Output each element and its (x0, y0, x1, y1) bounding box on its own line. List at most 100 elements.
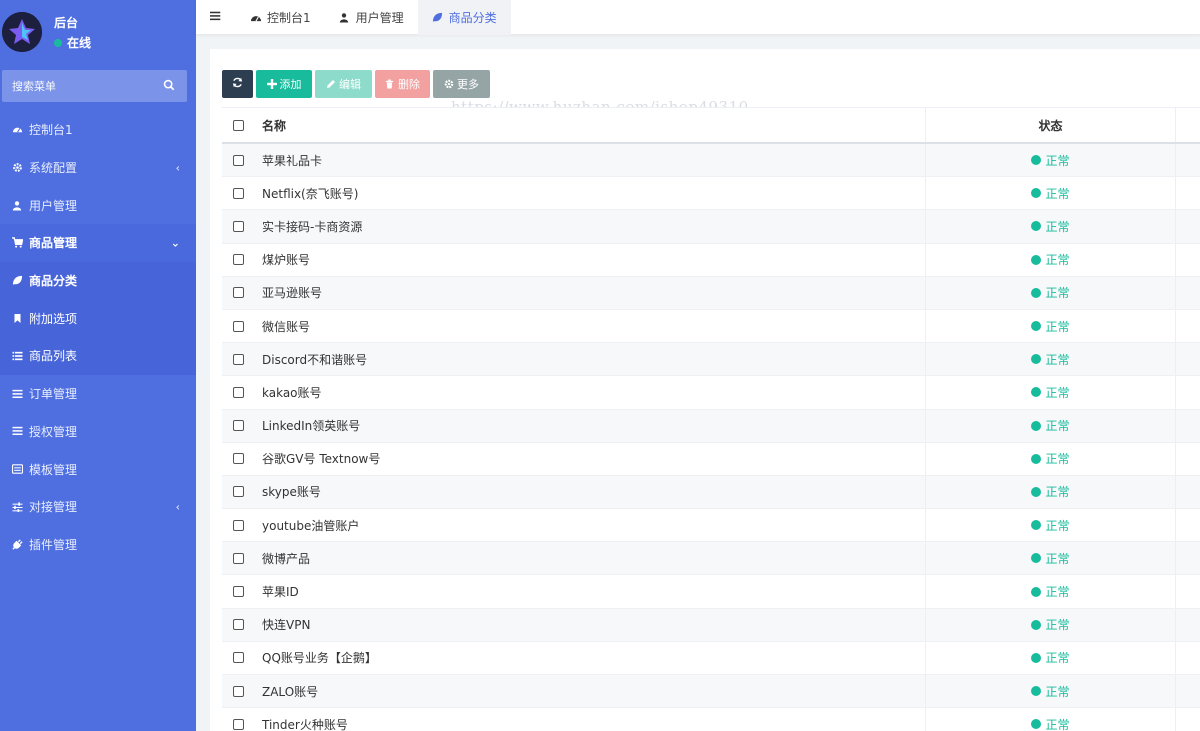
sidebar-item-product-list[interactable]: 商品列表 (0, 337, 196, 375)
category-name: ZALO账号 (262, 684, 319, 699)
status-label: 正常 (1045, 717, 1070, 731)
status-badge: 正常 (1031, 716, 1070, 731)
table-row[interactable]: 谷歌GV号 Textnow号 正常 (222, 442, 1200, 476)
row-checkbox[interactable] (232, 486, 244, 498)
row-checkbox[interactable] (232, 386, 244, 398)
row-checkbox[interactable] (232, 685, 244, 697)
status-dot-icon (1031, 254, 1042, 265)
search-icon[interactable] (163, 79, 177, 93)
row-check-cell (222, 685, 254, 697)
table-row[interactable]: 快连VPN 正常 (222, 608, 1200, 642)
sidebar-item-label: 插件管理 (29, 537, 78, 552)
sidebar-item-dashboard[interactable]: 控制台1 (0, 111, 196, 149)
status-cell: 正常 (925, 343, 1176, 376)
user-name: 后台 (54, 16, 79, 30)
table-row[interactable]: 煤炉账号 正常 (222, 243, 1200, 277)
menu-search-input[interactable] (12, 79, 163, 93)
tab-users[interactable]: 用户管理 (325, 0, 418, 35)
table-row[interactable]: Netflix(奈飞账号) 正常 (222, 177, 1200, 211)
status-badge: 正常 (1031, 683, 1070, 700)
delete-button[interactable]: 删除 (375, 70, 430, 98)
table-row[interactable]: kakao账号 正常 (222, 376, 1200, 410)
sidebar-item-integration[interactable]: 对接管理 ‹ (0, 488, 196, 526)
tab-dashboard[interactable]: 控制台1 (236, 0, 325, 35)
star-logo-icon (2, 12, 42, 52)
row-checkbox[interactable] (232, 552, 244, 564)
row-checkbox[interactable] (232, 154, 244, 166)
status-cell: 正常 (925, 475, 1176, 509)
hamburger-menu-icon[interactable] (210, 10, 224, 24)
table-row[interactable]: Discord不和谐账号 正常 (222, 343, 1200, 377)
table-row[interactable]: LinkedIn领英账号 正常 (222, 409, 1200, 443)
sidebar-item-products[interactable]: 商品管理 ⌄ (0, 224, 196, 262)
sidebar-item-system-config[interactable]: 系统配置 ‹ (0, 149, 196, 187)
sidebar-item-label: 订单管理 (29, 387, 78, 402)
table-row[interactable]: 实卡接码-卡商资源 正常 (222, 210, 1200, 244)
add-button[interactable]: 添加 (256, 70, 312, 98)
sidebar: 后台 在线 控制台1 系统配置 ‹ 用户管理 商品管理 ⌄ (0, 0, 196, 731)
sidebar-item-orders[interactable]: 订单管理 (0, 375, 196, 413)
sidebar-item-label: 商品管理 (29, 236, 78, 251)
row-checkbox[interactable] (232, 652, 244, 664)
row-checkbox[interactable] (232, 453, 244, 465)
status-badge: 正常 (1031, 318, 1070, 335)
sidebar-item-plugins[interactable]: 插件管理 (0, 526, 196, 564)
category-name: 煤炉账号 (262, 253, 311, 268)
category-table: 名称 状态 苹果礼品卡 正常 Netflix(奈飞账号) 正常 实卡接码-卡商资源 正常煤… (222, 107, 1200, 731)
column-header-status[interactable]: 状态 (925, 108, 1176, 142)
leaf-icon (432, 12, 444, 24)
table-row[interactable]: 亚马逊账号 正常 (222, 276, 1200, 310)
sidebar-item-addon-options[interactable]: 附加选项 (0, 299, 196, 337)
sidebar-item-templates[interactable]: 模板管理 (0, 450, 196, 488)
row-checkbox[interactable] (232, 187, 244, 199)
table-row[interactable]: skype账号 正常 (222, 475, 1200, 510)
row-checkbox[interactable] (232, 220, 244, 232)
row-checkbox[interactable] (232, 320, 244, 332)
more-button[interactable]: 更多 (433, 70, 490, 98)
status-cell: 正常 (925, 509, 1176, 542)
status-cell: 正常 (925, 675, 1176, 708)
row-checkbox[interactable] (232, 519, 244, 531)
status-cell: 正常 (925, 177, 1176, 210)
table-row[interactable]: ZALO账号 正常 (222, 675, 1200, 709)
status-badge: 正常 (1031, 517, 1070, 534)
table-row[interactable]: youtube油管账户 正常 (222, 509, 1200, 543)
row-checkbox[interactable] (232, 586, 244, 598)
row-checkbox[interactable] (232, 718, 244, 730)
row-checkbox[interactable] (232, 420, 244, 432)
edit-button[interactable]: 编辑 (315, 70, 372, 98)
row-checkbox[interactable] (232, 287, 244, 299)
table-row[interactable]: Tinder火种账号 正常 (222, 708, 1200, 731)
user-icon (11, 199, 23, 211)
table-row[interactable]: QQ账号业务【企鹅】 正常 (222, 641, 1200, 675)
status-label: 正常 (1045, 419, 1070, 434)
gear-icon (11, 162, 23, 174)
refresh-button[interactable] (222, 70, 253, 98)
row-checkbox[interactable] (232, 353, 244, 365)
user-panel: 后台 在线 (0, 0, 196, 63)
row-checkbox[interactable] (232, 619, 244, 631)
table-row[interactable]: 微博产品 正常 (222, 542, 1200, 576)
table-row[interactable]: 苹果ID 正常 (222, 575, 1200, 609)
table-row[interactable]: 微信账号 正常 (222, 309, 1200, 344)
select-all-checkbox[interactable] (232, 119, 244, 131)
sidebar-item-licenses[interactable]: 授权管理 (0, 413, 196, 451)
status-label: 正常 (1045, 684, 1070, 699)
tab-label: 控制台1 (267, 11, 311, 25)
tab-product-category[interactable]: 商品分类 (417, 0, 511, 35)
column-header-name[interactable]: 名称 (254, 117, 925, 134)
avatar[interactable] (2, 12, 42, 52)
row-checkbox[interactable] (232, 254, 244, 266)
table-row[interactable]: 苹果礼品卡 正常 (222, 144, 1200, 178)
template-icon (11, 463, 23, 475)
row-check-cell (222, 154, 254, 166)
chevron-left-icon: ‹ (175, 161, 180, 175)
status-badge: 正常 (1031, 351, 1070, 368)
status-cell: 正常 (925, 641, 1176, 674)
sidebar-item-users[interactable]: 用户管理 (0, 186, 196, 224)
gear-icon (444, 79, 454, 89)
status-dot-icon (1031, 287, 1042, 298)
status-dot-icon (1031, 321, 1042, 332)
sidebar-item-product-category[interactable]: 商品分类 (0, 262, 196, 300)
row-check-cell (222, 254, 254, 266)
